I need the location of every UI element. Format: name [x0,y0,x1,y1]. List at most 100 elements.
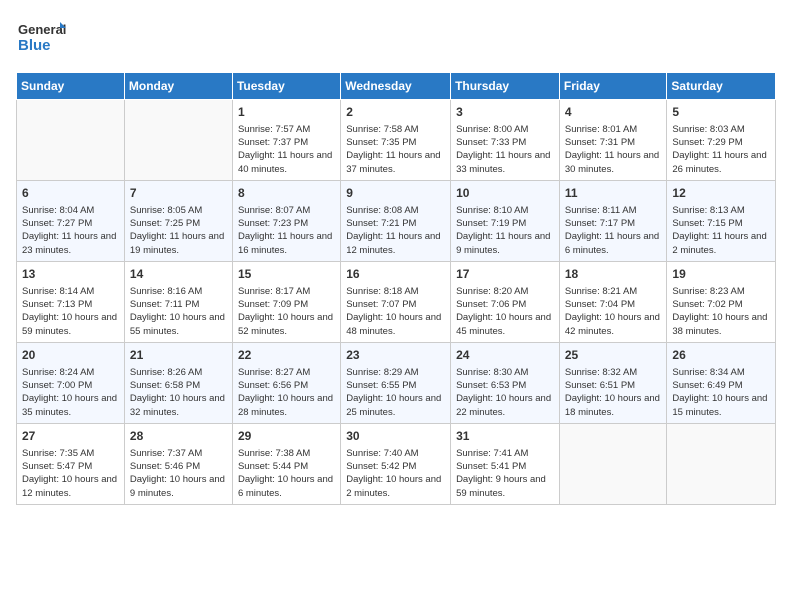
calendar-cell: 10Sunrise: 8:10 AMSunset: 7:19 PMDayligh… [451,180,560,261]
calendar-cell: 30 Sunrise: 7:40 AMSunset: 5:42 PMDayligh… [341,423,451,504]
day-info: Sunrise: 7:41 AMSunset: 5:41 PMDaylight:… [456,447,554,500]
day-number: 15 [238,266,335,283]
day-number: 24 [456,347,554,364]
calendar-cell: 31 Sunrise: 7:41 AMSunset: 5:41 PMDayligh… [451,423,560,504]
day-info: Sunrise: 8:16 AMSunset: 7:11 PMDaylight:… [130,285,227,338]
day-number: 9 [346,185,445,202]
day-number: 31 [456,428,554,445]
calendar-cell: 22 Sunrise: 8:27 AMSunset: 6:56 PMDayligh… [232,342,340,423]
day-info: Sunrise: 7:40 AMSunset: 5:42 PMDaylight:… [346,447,445,500]
day-number: 28 [130,428,227,445]
day-number: 20 [22,347,119,364]
day-header: Wednesday [341,73,451,100]
calendar-cell: 23 Sunrise: 8:29 AMSunset: 6:55 PMDayligh… [341,342,451,423]
calendar-cell: 20 Sunrise: 8:24 AMSunset: 7:00 PMDayligh… [17,342,125,423]
calendar-cell: 14Sunrise: 8:16 AMSunset: 7:11 PMDayligh… [124,261,232,342]
calendar-table: SundayMondayTuesdayWednesdayThursdayFrid… [16,72,776,505]
day-number: 23 [346,347,445,364]
day-info: Sunrise: 8:14 AMSunset: 7:13 PMDaylight:… [22,285,119,338]
day-info: Sunrise: 7:38 AMSunset: 5:44 PMDaylight:… [238,447,335,500]
day-info: Sunrise: 8:05 AMSunset: 7:25 PMDaylight:… [130,204,227,257]
calendar-cell: 8 Sunrise: 8:07 AMSunset: 7:23 PMDaylight… [232,180,340,261]
day-number: 8 [238,185,335,202]
calendar-cell: 19 Sunrise: 8:23 AMSunset: 7:02 PMDayligh… [667,261,776,342]
calendar-week-row: 13Sunrise: 8:14 AMSunset: 7:13 PMDayligh… [17,261,776,342]
day-info: Sunrise: 8:26 AMSunset: 6:58 PMDaylight:… [130,366,227,419]
day-info: Sunrise: 8:04 AMSunset: 7:27 PMDaylight:… [22,204,119,257]
svg-text:Blue: Blue [18,37,51,54]
header-row: SundayMondayTuesdayWednesdayThursdayFrid… [17,73,776,100]
day-info: Sunrise: 8:27 AMSunset: 6:56 PMDaylight:… [238,366,335,419]
day-info: Sunrise: 7:35 AMSunset: 5:47 PMDaylight:… [22,447,119,500]
calendar-cell: 1Sunrise: 7:57 AMSunset: 7:37 PMDaylight… [232,100,340,181]
page-header: General Blue [16,16,776,60]
day-number: 18 [565,266,662,283]
day-number: 16 [346,266,445,283]
calendar-week-row: 20 Sunrise: 8:24 AMSunset: 7:00 PMDayligh… [17,342,776,423]
day-header: Saturday [667,73,776,100]
calendar-cell: 3Sunrise: 8:00 AMSunset: 7:33 PMDaylight… [451,100,560,181]
day-number: 30 [346,428,445,445]
calendar-cell: 5Sunrise: 8:03 AMSunset: 7:29 PMDaylight… [667,100,776,181]
calendar-cell: 27 Sunrise: 7:35 AMSunset: 5:47 PMDayligh… [17,423,125,504]
day-info: Sunrise: 8:07 AMSunset: 7:23 PMDaylight:… [238,204,335,257]
day-info: Sunrise: 8:30 AMSunset: 6:53 PMDaylight:… [456,366,554,419]
calendar-week-row: 27 Sunrise: 7:35 AMSunset: 5:47 PMDayligh… [17,423,776,504]
day-header: Thursday [451,73,560,100]
calendar-cell [124,100,232,181]
calendar-cell: 2Sunrise: 7:58 AMSunset: 7:35 PMDaylight… [341,100,451,181]
calendar-cell: 26Sunrise: 8:34 AMSunset: 6:49 PMDayligh… [667,342,776,423]
calendar-cell [667,423,776,504]
calendar-cell: 17 Sunrise: 8:20 AMSunset: 7:06 PMDayligh… [451,261,560,342]
day-number: 17 [456,266,554,283]
day-number: 27 [22,428,119,445]
day-info: Sunrise: 8:24 AMSunset: 7:00 PMDaylight:… [22,366,119,419]
day-info: Sunrise: 8:13 AMSunset: 7:15 PMDaylight:… [672,204,770,257]
day-number: 7 [130,185,227,202]
calendar-cell: 28 Sunrise: 7:37 AMSunset: 5:46 PMDayligh… [124,423,232,504]
day-header: Sunday [17,73,125,100]
day-info: Sunrise: 8:21 AMSunset: 7:04 PMDaylight:… [565,285,662,338]
calendar-cell [559,423,667,504]
calendar-week-row: 1Sunrise: 7:57 AMSunset: 7:37 PMDaylight… [17,100,776,181]
day-info: Sunrise: 8:01 AMSunset: 7:31 PMDaylight:… [565,123,662,176]
day-info: Sunrise: 8:29 AMSunset: 6:55 PMDaylight:… [346,366,445,419]
day-number: 22 [238,347,335,364]
calendar-cell: 15 Sunrise: 8:17 AMSunset: 7:09 PMDayligh… [232,261,340,342]
day-header: Monday [124,73,232,100]
day-info: Sunrise: 7:58 AMSunset: 7:35 PMDaylight:… [346,123,445,176]
day-number: 19 [672,266,770,283]
day-info: Sunrise: 8:08 AMSunset: 7:21 PMDaylight:… [346,204,445,257]
logo: General Blue [16,16,66,60]
calendar-cell: 24 Sunrise: 8:30 AMSunset: 6:53 PMDayligh… [451,342,560,423]
calendar-cell: 29 Sunrise: 7:38 AMSunset: 5:44 PMDayligh… [232,423,340,504]
day-number: 25 [565,347,662,364]
day-info: Sunrise: 8:20 AMSunset: 7:06 PMDaylight:… [456,285,554,338]
calendar-cell: 9 Sunrise: 8:08 AMSunset: 7:21 PMDaylight… [341,180,451,261]
calendar-cell: 12 Sunrise: 8:13 AMSunset: 7:15 PMDayligh… [667,180,776,261]
day-number: 26 [672,347,770,364]
day-info: Sunrise: 8:11 AMSunset: 7:17 PMDaylight:… [565,204,662,257]
calendar-cell: 6 Sunrise: 8:04 AMSunset: 7:27 PMDaylight… [17,180,125,261]
day-number: 21 [130,347,227,364]
day-info: Sunrise: 8:32 AMSunset: 6:51 PMDaylight:… [565,366,662,419]
day-number: 12 [672,185,770,202]
logo-svg: General Blue [16,16,66,60]
day-info: Sunrise: 8:23 AMSunset: 7:02 PMDaylight:… [672,285,770,338]
day-number: 10 [456,185,554,202]
calendar-cell: 16 Sunrise: 8:18 AMSunset: 7:07 PMDayligh… [341,261,451,342]
day-number: 6 [22,185,119,202]
day-number: 4 [565,104,662,121]
day-number: 5 [672,104,770,121]
day-header: Tuesday [232,73,340,100]
day-number: 1 [238,104,335,121]
day-info: Sunrise: 8:18 AMSunset: 7:07 PMDaylight:… [346,285,445,338]
day-number: 29 [238,428,335,445]
day-number: 11 [565,185,662,202]
day-number: 3 [456,104,554,121]
day-info: Sunrise: 8:17 AMSunset: 7:09 PMDaylight:… [238,285,335,338]
calendar-cell: 13Sunrise: 8:14 AMSunset: 7:13 PMDayligh… [17,261,125,342]
day-info: Sunrise: 7:37 AMSunset: 5:46 PMDaylight:… [130,447,227,500]
calendar-cell: 18 Sunrise: 8:21 AMSunset: 7:04 PMDayligh… [559,261,667,342]
calendar-cell: 4 Sunrise: 8:01 AMSunset: 7:31 PMDaylight… [559,100,667,181]
